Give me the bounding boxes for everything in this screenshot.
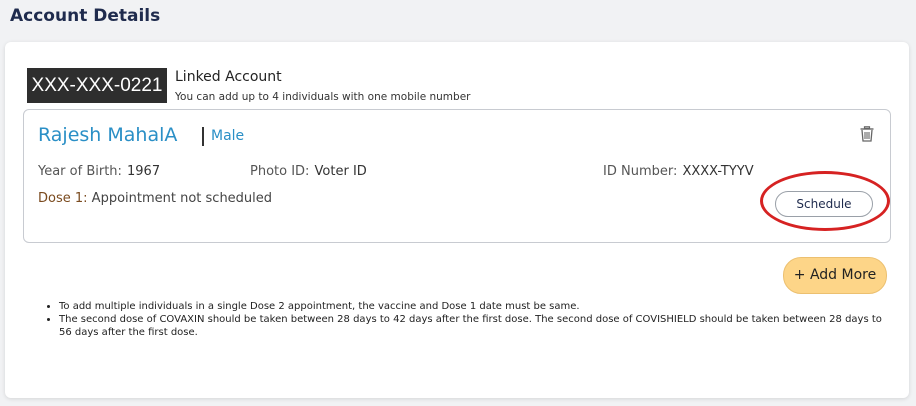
dose-status: Appointment not scheduled [91,191,273,206]
add-more-button[interactable]: + Add More [783,257,887,294]
beneficiary-gender: Male [211,128,245,144]
schedule-button[interactable]: Schedule [775,191,873,217]
linked-account-title: Linked Account [175,69,282,85]
beneficiary-name: Rajesh MahalA [38,124,178,146]
yob-value: 1967 [127,164,161,179]
id-number-label: ID Number: [603,164,678,179]
masked-mobile-badge: XXX-XXX-0221 [27,68,167,103]
photo-id: Photo ID: Voter ID [250,160,367,179]
yob-label: Year of Birth: [38,164,122,179]
id-number-value: XXXX-TYYV [682,164,754,179]
year-of-birth: Year of Birth: 1967 [38,160,160,179]
account-card: XXX-XXX-0221 Linked Account You can add … [5,42,909,398]
note-item: The second dose of COVAXIN should be tak… [59,313,897,339]
page-title: Account Details [10,6,161,26]
linked-account-subtitle: You can add up to 4 individuals with one… [175,91,471,103]
beneficiary-card: Rajesh MahalA Male Year of Birth: 1967 P… [23,109,891,243]
dose-label: Dose 1: [38,191,88,206]
trash-icon[interactable] [860,126,874,142]
notes-list: To add multiple individuals in a single … [41,300,897,339]
photo-id-label: Photo ID: [250,164,310,179]
photo-id-value: Voter ID [314,164,367,179]
name-gender-divider [202,127,204,146]
note-item: To add multiple individuals in a single … [59,300,897,313]
id-number: ID Number: XXXX-TYYV [603,160,754,179]
dose-1-status: Dose 1: Appointment not scheduled [38,191,272,206]
